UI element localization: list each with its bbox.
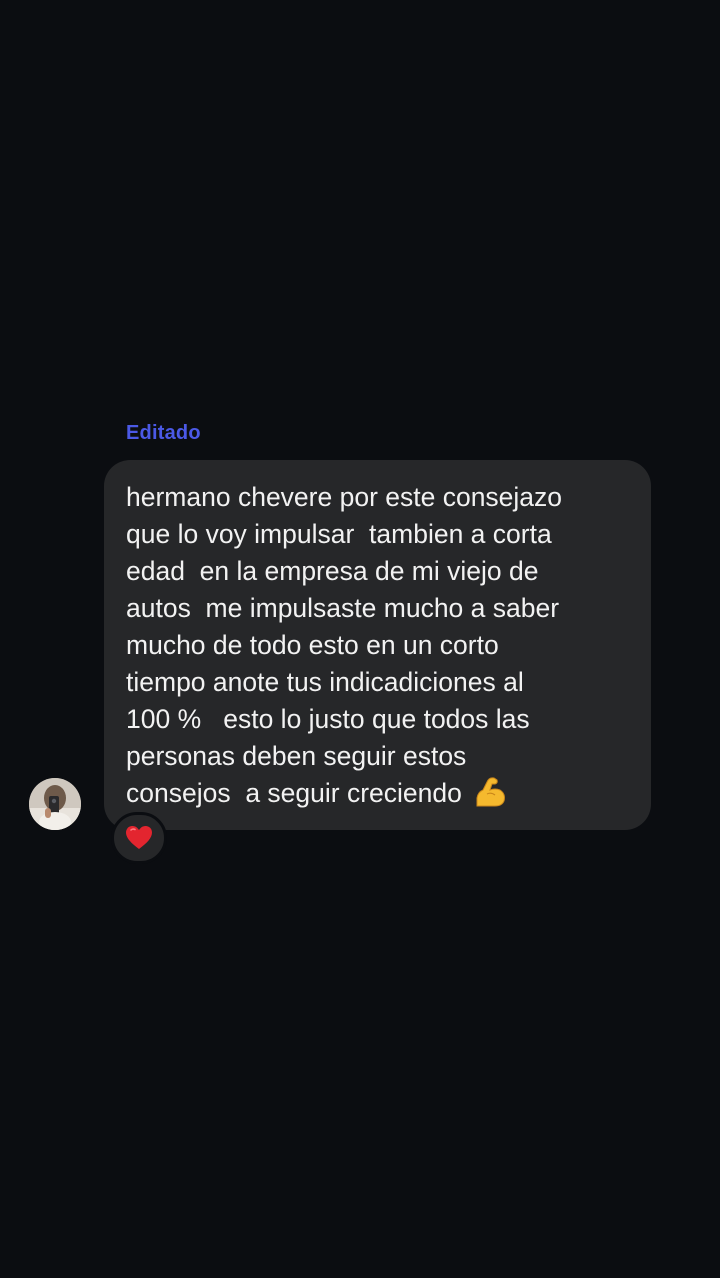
avatar[interactable] (29, 778, 81, 830)
red-heart-icon (126, 826, 152, 849)
message-text: hermano chevere por este consejazo que l… (126, 479, 637, 812)
reaction-badge[interactable] (111, 812, 167, 864)
message-bubble[interactable]: hermano chevere por este consejazo que l… (104, 460, 651, 830)
message-body: hermano chevere por este consejazo que l… (126, 482, 563, 808)
flexed-biceps-icon (476, 777, 506, 807)
edited-label: Editado (126, 422, 201, 444)
avatar-photo-icon (29, 778, 81, 830)
